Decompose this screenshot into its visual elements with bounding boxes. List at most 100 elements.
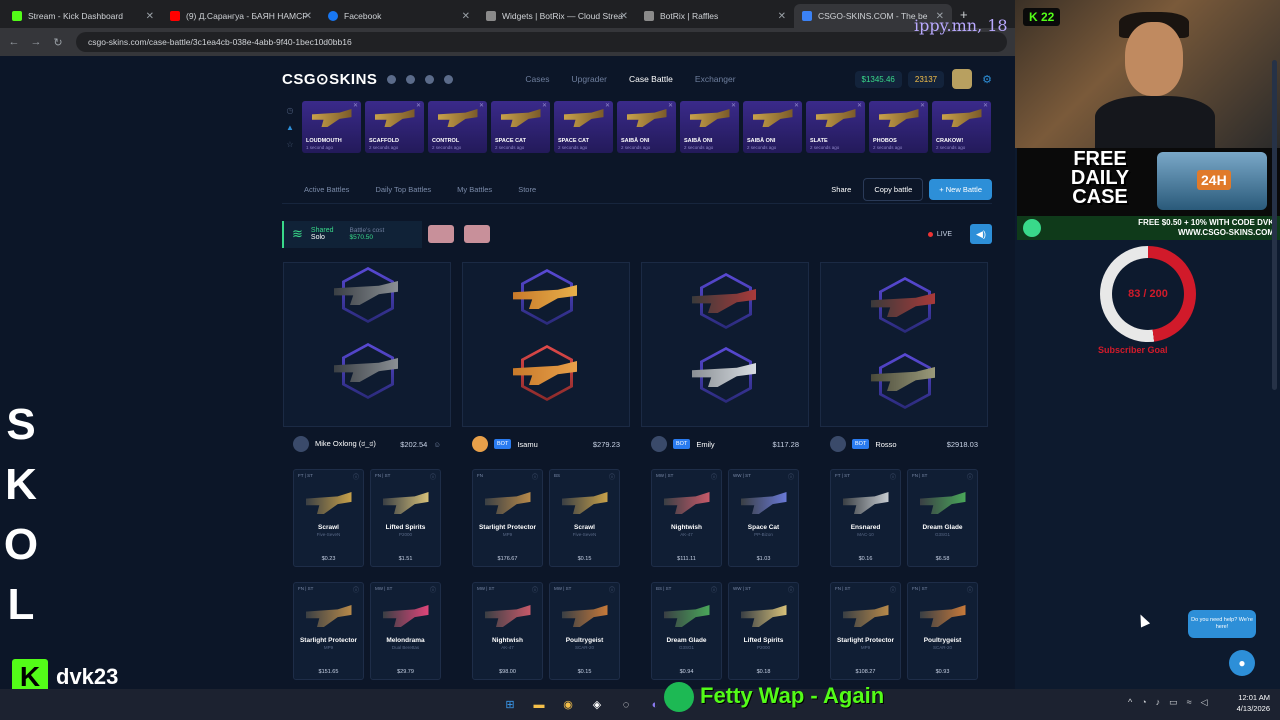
url-field[interactable]: csgo-skins.com/case-battle/3c1ea4cb-038e…	[76, 32, 1007, 52]
won-item-card[interactable]: FN | ST ⓘ Starlight Protector MP9 $151.65	[293, 582, 364, 680]
live-drop-card[interactable]: ✕ LOUDMOUTH 1 second ago	[302, 101, 361, 153]
coins-badge[interactable]: 23137	[907, 70, 945, 88]
info-icon[interactable]: ⓘ	[890, 585, 896, 594]
close-icon[interactable]: ✕	[920, 102, 925, 109]
case-thumbnail[interactable]	[428, 225, 454, 243]
steam-icon[interactable]: ◈	[587, 695, 607, 715]
active-battles-link[interactable]: Active Battles	[304, 185, 349, 194]
nav-upgrader[interactable]: Upgrader	[572, 74, 607, 84]
info-icon[interactable]: ⓘ	[788, 585, 794, 594]
won-item-card[interactable]: FT | ST ⓘ Scrawl Five-SeveN $0.23	[293, 469, 364, 567]
daily-top-battles-link[interactable]: Daily Top Battles	[375, 185, 431, 194]
copy-battle-button[interactable]: Copy battle	[863, 178, 924, 201]
sound-toggle-button[interactable]: ◀)	[970, 224, 992, 244]
info-icon[interactable]: ⓘ	[609, 472, 615, 481]
network-icon[interactable]: ◔	[1141, 697, 1155, 707]
close-icon[interactable]: ✕	[778, 11, 786, 22]
close-icon[interactable]: ✕	[620, 11, 628, 22]
info-icon[interactable]: ⓘ	[353, 472, 359, 481]
close-icon[interactable]: ✕	[542, 102, 547, 109]
nav-cases[interactable]: Cases	[525, 74, 549, 84]
close-icon[interactable]: ✕	[983, 102, 988, 109]
live-drop-card[interactable]: ✕ SLATE 2 seconds ago	[806, 101, 865, 153]
close-icon[interactable]: ✕	[353, 102, 358, 109]
page-scrollbar[interactable]	[1272, 60, 1277, 390]
won-item-card[interactable]: WW | ST ⓘ Lifted Spirits P2000 $0.18	[728, 582, 799, 680]
close-icon[interactable]: ✕	[857, 102, 862, 109]
facebook-icon[interactable]	[406, 74, 416, 84]
won-item-card[interactable]: WW | ST ⓘ Space Cat PP-Bizon $1.03	[728, 469, 799, 567]
new-battle-button[interactable]: + New Battle	[929, 179, 992, 200]
discord-icon[interactable]	[387, 74, 397, 84]
won-item-card[interactable]: MW | ST ⓘ Poultrygeist SCAR-20 $0.15	[549, 582, 620, 680]
info-icon[interactable]: ⓘ	[353, 585, 359, 594]
site-logo[interactable]: CSG⊙SKINS	[282, 70, 377, 88]
won-item-card[interactable]: FN | ST ⓘ Poultrygeist SCAR-20 $0.93	[907, 582, 978, 680]
browser-tab[interactable]: Facebook ✕	[320, 4, 478, 28]
won-item-card[interactable]: BS | ST ⓘ Dream Glade G3SG1 $0.94	[651, 582, 722, 680]
won-item-card[interactable]: MW | ST ⓘ Melondrama Dual Berettas $29.79	[370, 582, 441, 680]
case-thumbnail[interactable]	[464, 225, 490, 243]
browser-tab[interactable]: Widgets | BotRix — Cloud Strea ✕	[478, 4, 636, 28]
info-icon[interactable]: ⓘ	[532, 585, 538, 594]
browser-tab[interactable]: (9) Д.Сарангуа - БАЯН НАМСР ✕	[162, 4, 320, 28]
won-item-card[interactable]: FN | ST ⓘ Dream Glade G3SG1 $6.58	[907, 469, 978, 567]
close-icon[interactable]: ✕	[794, 102, 799, 109]
info-icon[interactable]: ⓘ	[609, 585, 615, 594]
my-battles-link[interactable]: My Battles	[457, 185, 492, 194]
reload-icon[interactable]: ↻	[50, 36, 66, 49]
system-clock[interactable]: 12:01 AM 4/13/2026	[1237, 692, 1270, 714]
won-item-card[interactable]: FT | ST ⓘ Ensnared MAC-10 $0.16	[830, 469, 901, 567]
info-icon[interactable]: ⓘ	[430, 472, 436, 481]
x-icon[interactable]	[444, 74, 454, 84]
close-icon[interactable]: ✕	[668, 102, 673, 109]
won-item-card[interactable]: MW | ST ⓘ Nightwish AK-47 $111.11	[651, 469, 722, 567]
wifi-icon[interactable]: ≈	[1187, 697, 1201, 707]
nav-exchanger[interactable]: Exchanger	[695, 74, 736, 84]
discord-icon[interactable]: ◐	[645, 695, 665, 715]
balance-badge[interactable]: $1345.46	[854, 70, 902, 88]
live-drop-card[interactable]: ✕ SPACE CAT 2 seconds ago	[491, 101, 550, 153]
info-icon[interactable]: ⓘ	[890, 472, 896, 481]
live-drop-card[interactable]: ✕ PHOBOS 2 seconds ago	[869, 101, 928, 153]
display-icon[interactable]: ▭	[1169, 697, 1187, 707]
info-icon[interactable]: ⓘ	[788, 472, 794, 481]
close-icon[interactable]: ✕	[462, 11, 470, 22]
volume-icon[interactable]: ◁	[1201, 697, 1217, 707]
mic-icon[interactable]: ♪	[1156, 697, 1170, 707]
close-icon[interactable]: ✕	[605, 102, 610, 109]
close-icon[interactable]: ✕	[146, 11, 154, 22]
close-icon[interactable]: ✕	[416, 102, 421, 109]
close-icon[interactable]: ✕	[731, 102, 736, 109]
browser-tab[interactable]: Stream - Kick Dashboard ✕	[4, 4, 162, 28]
won-item-card[interactable]: FN ⓘ Starlight Protector MP9 $176.67	[472, 469, 543, 567]
info-icon[interactable]: ⓘ	[711, 585, 717, 594]
avatar[interactable]	[952, 69, 973, 89]
info-icon[interactable]: ⓘ	[967, 472, 973, 481]
app-icon[interactable]: ◌	[616, 695, 636, 715]
won-item-card[interactable]: BS ⓘ Scrawl Five-SeveN $0.15	[549, 469, 620, 567]
share-button[interactable]: Share	[831, 185, 851, 194]
won-item-card[interactable]: FN | ST ⓘ Starlight Protector MP9 $108.27	[830, 582, 901, 680]
star-icon[interactable]: ☆	[286, 140, 293, 149]
chrome-icon[interactable]: ◉	[558, 695, 578, 715]
thumbs-up-icon[interactable]: ▲	[286, 123, 294, 132]
store-link[interactable]: Store	[518, 185, 536, 194]
live-drop-card[interactable]: ✕ SAIBĀ ONI 2 seconds ago	[680, 101, 739, 153]
won-item-card[interactable]: FN | ST ⓘ Lifted Spirits P2000 $1.51	[370, 469, 441, 567]
live-drop-card[interactable]: ✕ SPACE CAT 2 seconds ago	[554, 101, 613, 153]
file-explorer-icon[interactable]: ▬	[529, 695, 549, 715]
won-item-card[interactable]: MW | ST ⓘ Nightwish AK-47 $98.00	[472, 582, 543, 680]
instagram-icon[interactable]	[425, 74, 435, 84]
live-drop-card[interactable]: ✕ CONTROL 2 seconds ago	[428, 101, 487, 153]
chevron-up-icon[interactable]: ^	[1128, 697, 1141, 707]
info-icon[interactable]: ⓘ	[967, 585, 973, 594]
info-icon[interactable]: ⓘ	[532, 472, 538, 481]
chat-icon[interactable]: ●	[1229, 650, 1255, 676]
live-drop-card[interactable]: ✕ SCAFFOLD 2 seconds ago	[365, 101, 424, 153]
live-drop-card[interactable]: ✕ CRAKOW! 2 seconds ago	[932, 101, 991, 153]
forward-icon[interactable]: →	[28, 36, 44, 48]
info-icon[interactable]: ⓘ	[430, 585, 436, 594]
close-icon[interactable]: ✕	[479, 102, 484, 109]
windows-start-icon[interactable]: ⊞	[500, 695, 520, 715]
